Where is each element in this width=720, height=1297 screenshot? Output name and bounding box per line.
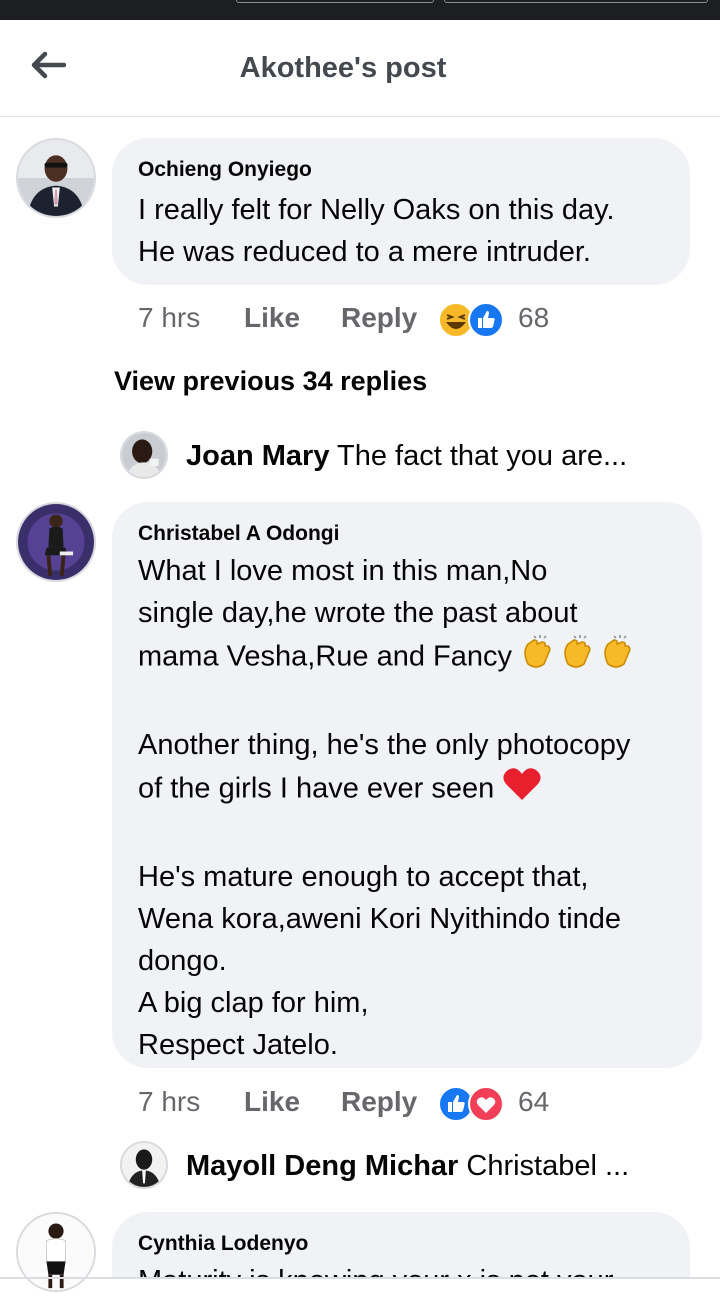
status-bar (0, 0, 720, 20)
comment-bubble[interactable]: Cynthia Lodenyo Maturity is knowing your… (112, 1212, 690, 1277)
reply-button[interactable]: Reply (341, 302, 417, 334)
reply-text: Christabel ... (466, 1150, 630, 1182)
comment-line: Another thing, he's the only photocopy (138, 729, 631, 761)
like-icon (468, 302, 504, 338)
comment-line: A big clap for him, (138, 987, 369, 1019)
comment-line: Respect Jatelo. (138, 1029, 338, 1061)
comment-author[interactable]: Ochieng Onyiego (138, 158, 312, 182)
comment-time: 7 hrs (138, 1086, 201, 1117)
reply-author[interactable]: Joan Mary (186, 440, 329, 472)
page-title: Akothee's post (239, 52, 447, 84)
avatar[interactable] (16, 502, 96, 582)
comment-line: mama Vesha,Rue and Fancy (138, 640, 512, 673)
avatar[interactable] (120, 1141, 168, 1189)
avatar[interactable] (16, 1212, 96, 1292)
comment-text: Maturity is knowing your x is not your (138, 1260, 613, 1277)
clapping-hands-icon (520, 634, 640, 682)
reply-text: The fact that you are... (337, 440, 628, 472)
comment-author[interactable]: Christabel A Odongi (138, 522, 339, 546)
comment-line: He's mature enough to accept that, (138, 861, 589, 893)
avatar[interactable] (120, 431, 168, 479)
post-header: Akothee's post (0, 20, 720, 117)
comment-line: single day,he wrote the past about (138, 597, 578, 629)
comment-clip: Cynthia Lodenyo Maturity is knowing your… (112, 1212, 690, 1277)
red-heart-icon (502, 766, 542, 814)
comment-author[interactable]: Cynthia Lodenyo (138, 1232, 308, 1256)
view-previous-replies[interactable]: View previous 34 replies (114, 366, 427, 397)
comment-line: dongo. (138, 945, 227, 977)
comment-bubble[interactable]: Ochieng Onyiego I really felt for Nelly … (112, 138, 690, 285)
comment-line: I really felt for Nelly Oaks on this day… (138, 194, 615, 226)
reaction-count[interactable]: 64 (518, 1086, 549, 1118)
comment-line: He was reduced to a mere intruder. (138, 236, 591, 268)
like-button[interactable]: Like (244, 1086, 300, 1118)
like-button[interactable]: Like (244, 302, 300, 334)
status-bar-element (236, 0, 434, 3)
comment-bubble[interactable]: Christabel A Odongi What I love most in … (112, 502, 702, 1068)
comment-line: What I love most in this man,No (138, 555, 548, 587)
comment-text: What I love most in this man,No single d… (138, 550, 640, 1066)
reply-author[interactable]: Mayoll Deng Michar (186, 1150, 458, 1182)
comment-time: 7 hrs (138, 302, 201, 333)
reply-preview[interactable]: Mayoll Deng Michar Christabel ... (186, 1150, 629, 1183)
status-bar-element (444, 0, 708, 3)
love-icon (468, 1086, 504, 1122)
avatar[interactable] (16, 138, 96, 218)
comment-text: I really felt for Nelly Oaks on this day… (138, 189, 615, 273)
reaction-count[interactable]: 68 (518, 302, 549, 334)
comment-line: of the girls I have ever seen (138, 772, 495, 805)
bottom-divider (0, 1277, 720, 1279)
reply-button[interactable]: Reply (341, 1086, 417, 1118)
reply-preview[interactable]: Joan Mary The fact that you are... (186, 440, 627, 473)
comment-line: Wena kora,aweni Kori Nyithindo tinde (138, 903, 622, 935)
